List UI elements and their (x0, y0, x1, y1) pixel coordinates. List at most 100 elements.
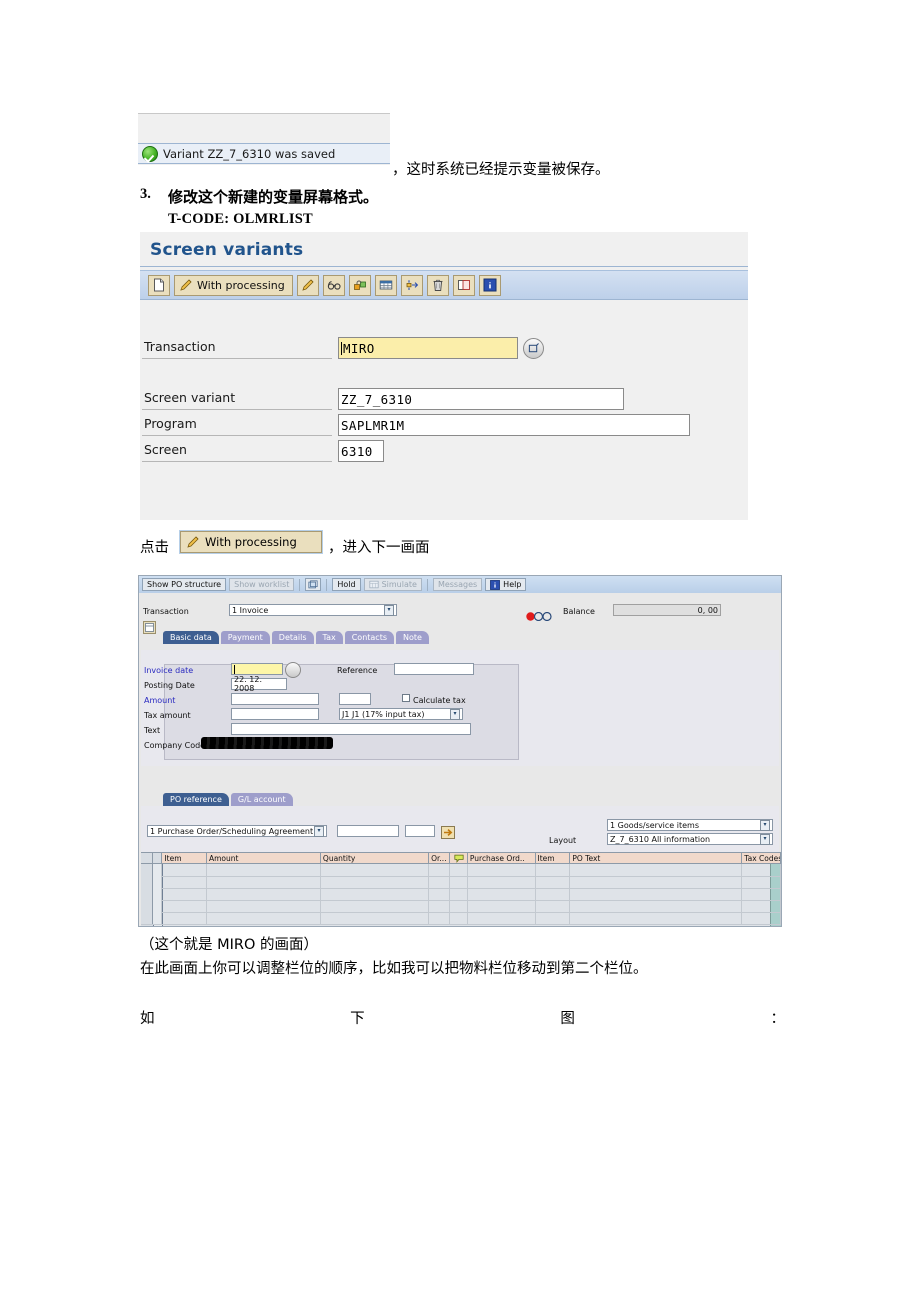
cell-purchase-order[interactable] (468, 912, 536, 924)
row-select[interactable] (152, 876, 163, 888)
delete-button[interactable] (426, 274, 449, 296)
cell-amount[interactable] (207, 876, 321, 888)
transaction-input[interactable]: MIRO (338, 337, 518, 359)
cell-item[interactable] (162, 876, 207, 888)
cell-item[interactable] (162, 912, 207, 924)
layout-dropdown[interactable]: Z_7_6310 All information ▾ (607, 833, 773, 845)
col-purchase-order[interactable]: Purchase Ord.. (468, 853, 536, 863)
tax-amount-input[interactable] (231, 708, 319, 720)
cell-po-indicator[interactable] (450, 912, 468, 924)
row-select[interactable] (152, 864, 163, 876)
po-go-button[interactable] (441, 824, 455, 843)
cell-tax-codes[interactable] (742, 912, 781, 924)
invoice-date-input[interactable] (231, 663, 283, 675)
text-input[interactable] (231, 723, 471, 735)
cell-order-unit[interactable] (429, 864, 451, 876)
row-select[interactable] (152, 912, 163, 924)
amount-input[interactable] (231, 693, 319, 705)
cell-item[interactable] (162, 900, 207, 912)
lock-button[interactable] (348, 274, 371, 296)
screen-input[interactable]: 6310 (338, 440, 384, 462)
cell-po-item[interactable] (536, 888, 571, 900)
row-select[interactable] (152, 900, 163, 912)
cell-order-unit[interactable] (429, 912, 451, 924)
posting-date-input[interactable]: 22. 12. 2008 (231, 675, 287, 693)
transport-button[interactable] (400, 274, 423, 296)
row-select[interactable] (152, 888, 163, 900)
transaction-search-help-button[interactable] (523, 338, 544, 359)
cell-item[interactable] (162, 864, 207, 876)
cell-quantity[interactable] (321, 864, 430, 876)
screen-variant-input[interactable]: ZZ_7_6310 (338, 388, 624, 410)
cell-item[interactable] (162, 888, 207, 900)
calculate-tax-checkbox[interactable] (402, 694, 410, 702)
cell-po-text[interactable] (570, 888, 743, 900)
simulate-button[interactable]: Simulate (363, 578, 422, 591)
with-processing-callout[interactable]: With processing (179, 530, 323, 554)
po-number-input[interactable] (337, 825, 399, 837)
cell-po-indicator[interactable] (450, 864, 468, 876)
miro-transaction-dropdown[interactable]: 1 Invoice ▾ (229, 604, 397, 616)
cell-po-indicator[interactable] (450, 888, 468, 900)
col-po-item[interactable]: Item (536, 853, 571, 863)
cell-order-unit[interactable] (429, 900, 451, 912)
cell-quantity[interactable] (321, 912, 430, 924)
col-amount[interactable]: Amount (207, 853, 321, 863)
cell-po-item[interactable] (536, 912, 571, 924)
cell-amount[interactable] (207, 900, 321, 912)
col-item[interactable]: Item (162, 853, 207, 863)
cell-po-text[interactable] (570, 864, 743, 876)
po-item-input[interactable] (405, 825, 435, 837)
invoice-date-search-help-button[interactable] (285, 662, 301, 678)
tab-payment[interactable]: Payment (220, 631, 270, 644)
cell-tax-codes[interactable] (742, 864, 781, 876)
messages-button[interactable]: Messages (432, 578, 483, 591)
tab-contacts[interactable]: Contacts (344, 631, 395, 644)
cell-po-item[interactable] (536, 876, 571, 888)
tab-po-reference[interactable]: PO reference (163, 793, 229, 806)
new-document-button[interactable] (148, 274, 170, 296)
cell-tax-codes[interactable] (742, 888, 781, 900)
cell-po-indicator[interactable] (450, 876, 468, 888)
layout-button[interactable] (305, 578, 322, 591)
cell-amount[interactable] (207, 888, 321, 900)
cell-quantity[interactable] (321, 876, 430, 888)
show-worklist-button[interactable]: Show worklist (229, 578, 295, 591)
cell-po-text[interactable] (570, 876, 743, 888)
help-button[interactable]: Help (485, 578, 527, 591)
cell-amount[interactable] (207, 864, 321, 876)
cell-quantity[interactable] (321, 888, 430, 900)
cell-purchase-order[interactable] (468, 888, 536, 900)
cell-po-indicator[interactable] (450, 900, 468, 912)
change-button[interactable] (296, 274, 319, 296)
cell-po-text[interactable] (570, 900, 743, 912)
cell-order-unit[interactable] (429, 888, 451, 900)
items-selection-dropdown[interactable]: 1 Goods/service items ▾ (607, 819, 773, 831)
col-po-text[interactable]: PO Text (570, 853, 743, 863)
with-processing-button[interactable]: With processing (174, 274, 293, 296)
tax-code-dropdown[interactable]: J1 J1 (17% input tax) ▾ (339, 708, 463, 720)
display-button[interactable] (322, 274, 345, 296)
detail-toggle-button[interactable] (143, 619, 156, 638)
col-quantity[interactable]: Quantity (321, 853, 430, 863)
col-order-unit[interactable]: Or... (429, 853, 451, 863)
tab-basic-data[interactable]: Basic data (163, 631, 219, 644)
cell-purchase-order[interactable] (468, 900, 536, 912)
cell-quantity[interactable] (321, 900, 430, 912)
cell-po-item[interactable] (536, 864, 571, 876)
currency-input[interactable] (339, 693, 371, 705)
hold-button[interactable]: Hold (332, 578, 361, 591)
program-input[interactable]: SAPLMR1M (338, 414, 690, 436)
reference-input[interactable] (394, 663, 474, 675)
cell-order-unit[interactable] (429, 876, 451, 888)
tab-tax[interactable]: Tax (315, 631, 343, 644)
cell-po-item[interactable] (536, 900, 571, 912)
col-po-indicator[interactable] (450, 853, 468, 863)
table-row[interactable] (141, 912, 781, 925)
cell-amount[interactable] (207, 912, 321, 924)
col-tax-codes[interactable]: Tax Codes (742, 853, 781, 863)
tab-note[interactable]: Note (396, 631, 429, 644)
cell-tax-codes[interactable] (742, 900, 781, 912)
info-button[interactable] (478, 274, 501, 296)
cell-tax-codes[interactable] (742, 876, 781, 888)
